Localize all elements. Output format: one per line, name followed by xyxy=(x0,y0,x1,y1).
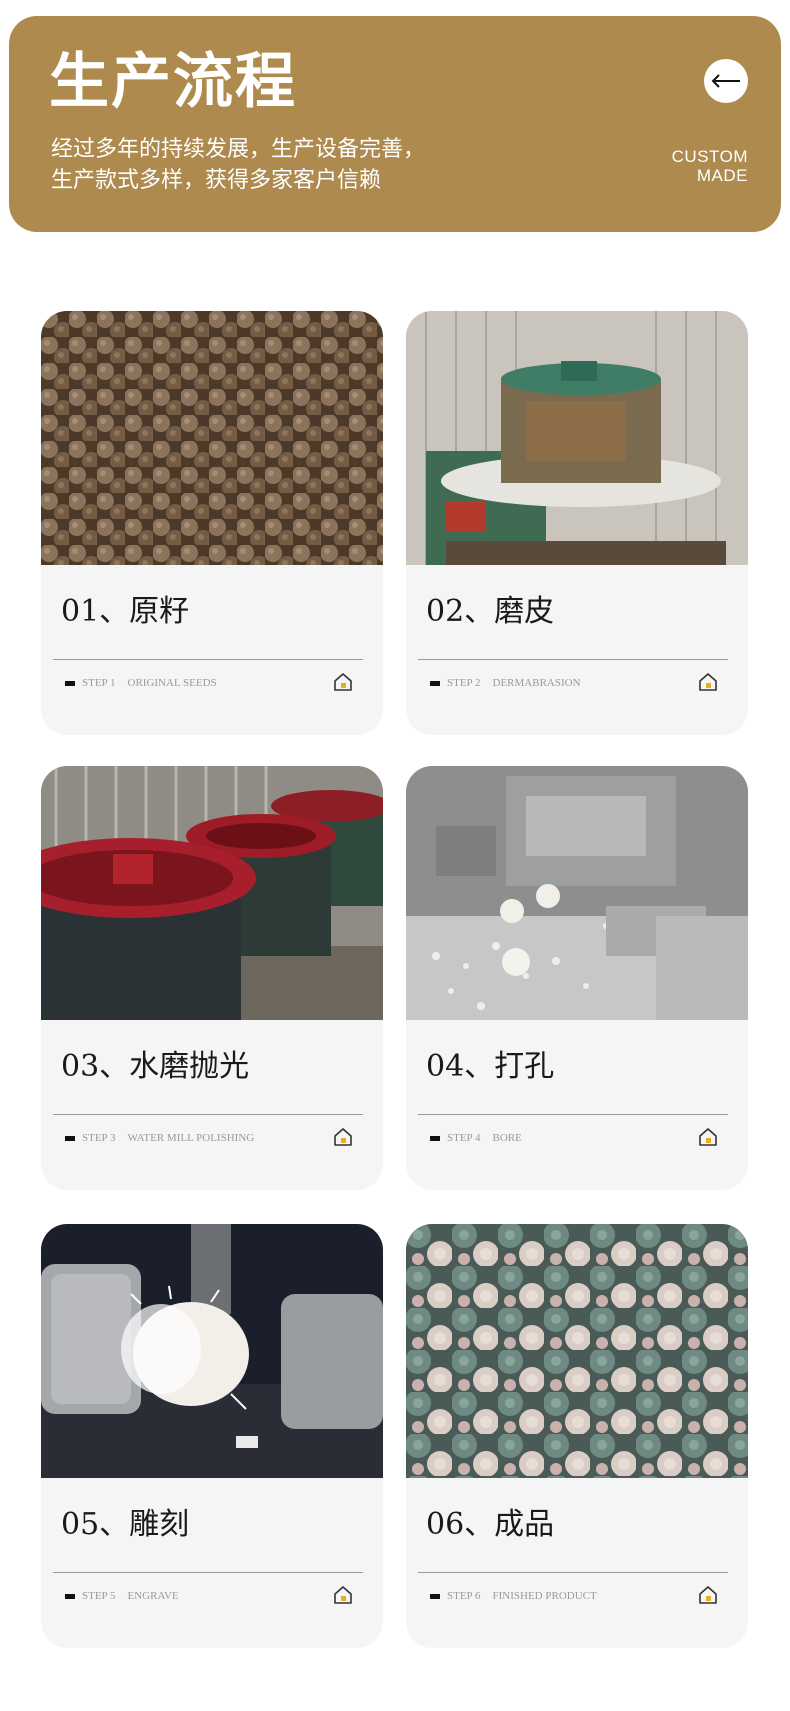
home-icon[interactable] xyxy=(333,1585,353,1605)
step-caption: STEP 4 BORE xyxy=(430,1132,522,1144)
step-label: STEP 4 xyxy=(447,1132,481,1144)
header-banner: 生产流程 经过多年的持续发展，生产设备完善， 生产款式多样，获得多家客户信赖 C… xyxy=(9,16,781,232)
divider xyxy=(53,659,363,660)
step-name: BORE xyxy=(492,1132,522,1144)
step-caption: STEP 1 ORIGINAL SEEDS xyxy=(65,677,217,689)
step-caption: STEP 3 WATER MILL POLISHING xyxy=(65,1132,254,1144)
step-title: 04、打孔 xyxy=(426,1049,555,1084)
dash-icon xyxy=(65,680,75,686)
subtitle-line-2: 生产款式多样，获得多家客户信赖 xyxy=(51,168,382,193)
step-label: STEP 3 xyxy=(82,1132,116,1144)
badge-line-1: CUSTOM xyxy=(671,147,748,166)
page-subtitle: 经过多年的持续发展，生产设备完善， 生产款式多样，获得多家客户信赖 xyxy=(51,134,425,196)
step-name: ENGRAVE xyxy=(127,1590,179,1602)
seeds-photo xyxy=(41,311,383,565)
step-card-6[interactable]: 06、成品 STEP 6 FINISHED PRODUCT xyxy=(406,1224,748,1648)
custom-made-badge: CUSTOM MADE xyxy=(672,147,748,185)
step-title: 05、雕刻 xyxy=(61,1507,190,1542)
engraving-photo xyxy=(41,1224,383,1478)
divider xyxy=(53,1572,363,1573)
step-label: STEP 1 xyxy=(82,677,116,689)
grinding-machine-photo xyxy=(406,311,748,565)
divider xyxy=(418,1572,728,1573)
dash-icon xyxy=(65,1135,75,1141)
home-icon[interactable] xyxy=(698,1127,718,1147)
step-label: STEP 6 xyxy=(447,1590,481,1602)
drilling-machine-photo xyxy=(406,766,748,1020)
dash-icon xyxy=(430,1135,440,1141)
step-title: 03、水磨抛光 xyxy=(61,1049,250,1084)
dash-icon xyxy=(430,680,440,686)
step-label: STEP 2 xyxy=(447,677,481,689)
page-title: 生产流程 xyxy=(49,47,297,117)
dash-icon xyxy=(65,1593,75,1599)
divider xyxy=(418,659,728,660)
step-name: FINISHED PRODUCT xyxy=(492,1590,597,1602)
dash-icon xyxy=(430,1593,440,1599)
home-icon[interactable] xyxy=(333,672,353,692)
finished-beads-photo xyxy=(406,1224,748,1478)
step-name: WATER MILL POLISHING xyxy=(127,1132,255,1144)
badge-line-2: MADE xyxy=(696,166,748,185)
step-card-3[interactable]: 03、水磨抛光 STEP 3 WATER MILL POLISHING xyxy=(41,766,383,1190)
step-card-4[interactable]: 04、打孔 STEP 4 BORE xyxy=(406,766,748,1190)
step-card-1[interactable]: 01、原籽 STEP 1 ORIGINAL SEEDS xyxy=(41,311,383,735)
step-card-2[interactable]: 02、磨皮 STEP 2 DERMABRASION xyxy=(406,311,748,735)
step-caption: STEP 6 FINISHED PRODUCT xyxy=(430,1590,597,1602)
step-name: ORIGINAL SEEDS xyxy=(127,677,217,689)
step-name: DERMABRASION xyxy=(492,677,581,689)
home-icon[interactable] xyxy=(698,1585,718,1605)
arrow-left-icon xyxy=(711,74,740,88)
step-card-5[interactable]: 05、雕刻 STEP 5 ENGRAVE xyxy=(41,1224,383,1648)
polishing-tubs-photo xyxy=(41,766,383,1020)
back-button[interactable] xyxy=(704,59,748,103)
divider xyxy=(53,1114,363,1115)
step-title: 01、原籽 xyxy=(61,594,190,629)
step-caption: STEP 2 DERMABRASION xyxy=(430,677,581,689)
home-icon[interactable] xyxy=(333,1127,353,1147)
step-title: 02、磨皮 xyxy=(426,594,555,629)
divider xyxy=(418,1114,728,1115)
step-title: 06、成品 xyxy=(426,1507,555,1542)
step-caption: STEP 5 ENGRAVE xyxy=(65,1590,179,1602)
subtitle-line-1: 经过多年的持续发展，生产设备完善， xyxy=(51,137,426,162)
home-icon[interactable] xyxy=(698,672,718,692)
step-label: STEP 5 xyxy=(82,1590,116,1602)
